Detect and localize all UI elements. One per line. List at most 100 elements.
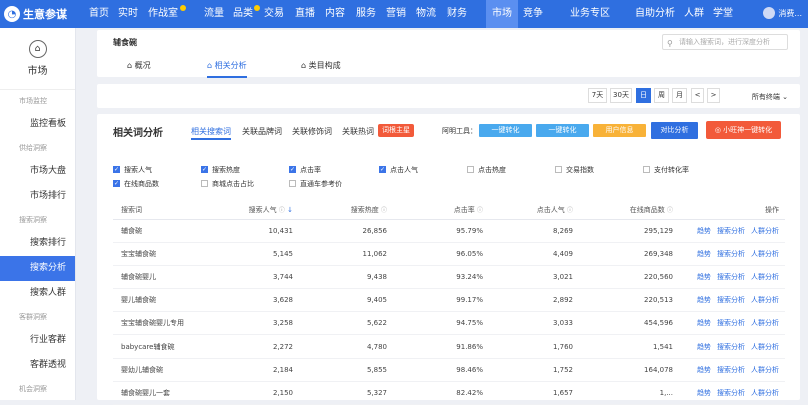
nav-category[interactable]: 品类 [233, 0, 253, 28]
search-analysis-link[interactable]: 搜索分析 [717, 273, 745, 281]
search-analysis-link[interactable]: 搜索分析 [717, 227, 745, 235]
app-logo[interactable]: ◔ 生意参谋 [0, 6, 84, 22]
sidebar-item-monitor-board[interactable]: 监控看板 [0, 112, 75, 137]
trend-link[interactable]: 趋势 [697, 296, 711, 304]
subtab-modifier-words[interactable]: 关联修饰词 [292, 126, 332, 140]
tab-overview[interactable]: ⌂ 概况 [127, 60, 151, 78]
sidebar-group-monitor: 市场监控 [19, 97, 47, 105]
col-search-heat[interactable]: 搜索热度 ⓘ [299, 202, 393, 220]
root-word-button[interactable]: 词根主星 [378, 124, 414, 137]
nav-finance[interactable]: 财务 [447, 0, 467, 28]
tab-related-analysis[interactable]: ⌂ 相关分析 [207, 60, 247, 78]
crowd-analysis-link[interactable]: 人群分析 [751, 366, 779, 374]
nav-crowd[interactable]: 人群 [684, 0, 704, 28]
date-7d-button[interactable]: 7天 [588, 88, 607, 103]
metric2-checkbox-0[interactable]: ✓ 在线商品数 [113, 178, 159, 189]
search-icon: ⚲ [667, 39, 673, 48]
nav-academy[interactable]: 学堂 [713, 0, 733, 28]
metric-checkbox-4[interactable]: 点击热度 [467, 164, 506, 175]
sidebar-item-customer-insight[interactable]: 客群透视 [0, 353, 75, 378]
col-search-popularity[interactable]: 搜索人气 ⓘ ↓ [213, 202, 299, 220]
date-month-button[interactable]: 月 [672, 88, 687, 103]
metric-checkbox-5[interactable]: 交易指数 [555, 164, 594, 175]
search-analysis-link[interactable]: 搜索分析 [717, 250, 745, 258]
crowd-analysis-link[interactable]: 人群分析 [751, 389, 779, 397]
sidebar-item-market-overview[interactable]: 市场大盘 [0, 159, 75, 184]
sidebar-item-market-ranking[interactable]: 市场排行 [0, 184, 75, 209]
nav-live[interactable]: 直播 [295, 0, 315, 28]
sidebar-item-industry-customers[interactable]: 行业客群 [0, 328, 75, 353]
one-click-convert-button-1[interactable]: 一键转化 [479, 124, 532, 137]
xiaowang-convert-button[interactable]: ◎ 小旺神一键转化 [706, 121, 781, 139]
sidebar-group-supply: 供给洞察 [19, 144, 47, 152]
sidebar-item-search-analysis[interactable]: 搜索分析 [0, 256, 75, 281]
nav-market[interactable]: 市场 [486, 0, 518, 28]
trend-link[interactable]: 趋势 [697, 389, 711, 397]
nav-competition[interactable]: 竞争 [523, 0, 543, 28]
date-next-button[interactable]: > [707, 88, 720, 103]
trend-link[interactable]: 趋势 [697, 343, 711, 351]
market-icon: ⌂ [28, 40, 47, 58]
col-click-popularity[interactable]: 点击人气 ⓘ [489, 202, 579, 220]
date-30d-button[interactable]: 30天 [610, 88, 632, 103]
date-day-button[interactable]: 日 [636, 88, 651, 103]
search-analysis-link[interactable]: 搜索分析 [717, 366, 745, 374]
metric2-checkbox-2[interactable]: 直通车参考价 [289, 178, 342, 189]
user-info-button[interactable]: 用户信息 [593, 124, 646, 137]
nav-transaction[interactable]: 交易 [264, 0, 284, 28]
nav-service[interactable]: 服务 [356, 0, 376, 28]
metric-checkbox-2[interactable]: ✓ 点击率 [289, 164, 321, 175]
checkbox-label: 商城点击占比 [212, 179, 254, 188]
metric-checkbox-1[interactable]: ✓ 搜索热度 [201, 164, 240, 175]
nav-self-analysis[interactable]: 自助分析 [635, 0, 675, 28]
crowd-analysis-link[interactable]: 人群分析 [751, 227, 779, 235]
metric-checkbox-6[interactable]: 支付转化率 [643, 164, 689, 175]
nav-logistics[interactable]: 物流 [416, 0, 436, 28]
subtab-related-search-words[interactable]: 相关搜索词 [191, 126, 231, 140]
terminal-select[interactable]: 所有终端 ⌄ [752, 92, 788, 102]
nav-marketing[interactable]: 营销 [386, 0, 406, 28]
date-week-button[interactable]: 周 [654, 88, 669, 103]
user-menu[interactable]: 消费... [763, 7, 802, 19]
xiaowang-icon: ◎ [714, 126, 724, 134]
trend-link[interactable]: 趋势 [697, 319, 711, 327]
cell-ctr: 99.17% [393, 288, 489, 313]
nav-content[interactable]: 内容 [325, 0, 345, 28]
trend-link[interactable]: 趋势 [697, 273, 711, 281]
sort-desc-icon[interactable]: ↓ [287, 206, 293, 214]
search-analysis-link[interactable]: 搜索分析 [717, 389, 745, 397]
sidebar-item-search-ranking[interactable]: 搜索排行 [0, 231, 75, 256]
nav-realtime[interactable]: 实时 [118, 0, 138, 28]
trend-link[interactable]: 趋势 [697, 250, 711, 258]
checkbox-icon [201, 180, 208, 187]
search-analysis-link[interactable]: 搜索分析 [717, 319, 745, 327]
nav-home[interactable]: 首页 [89, 0, 109, 28]
tab-category-composition[interactable]: ⌂ 类目构成 [301, 60, 341, 78]
table-row: 宝宝辅食碗婴儿专用 3,258 5,622 94.75% 3,033 454,596 趋势搜… [113, 311, 785, 336]
search-analysis-link[interactable]: 搜索分析 [717, 296, 745, 304]
crowd-analysis-link[interactable]: 人群分析 [751, 343, 779, 351]
col-online-items[interactable]: 在线商品数 ⓘ [579, 202, 679, 220]
nav-war-room[interactable]: 作战室 [148, 0, 178, 28]
metric-checkbox-0[interactable]: ✓ 搜索人气 [113, 164, 152, 175]
nav-business-zone[interactable]: 业务专区 [570, 0, 610, 28]
sidebar-item-search-crowd[interactable]: 搜索人群 [0, 281, 75, 306]
compare-analysis-button[interactable]: 对比分析 [651, 122, 698, 139]
subtab-hot-words[interactable]: 关联热词 [342, 126, 374, 140]
metric2-checkbox-1[interactable]: 商城点击占比 [201, 178, 254, 189]
trend-link[interactable]: 趋势 [697, 227, 711, 235]
cell-actions: 趋势 搜索分析 人群分析 [679, 219, 785, 243]
crowd-analysis-link[interactable]: 人群分析 [751, 319, 779, 327]
one-click-convert-button-2[interactable]: 一键转化 [536, 124, 589, 137]
metric-checkbox-3[interactable]: ✓ 点击人气 [379, 164, 418, 175]
nav-traffic[interactable]: 流量 [204, 0, 224, 28]
search-input[interactable]: ⚲ 请输入搜索词，进行深度分析 [662, 34, 788, 50]
subtab-brand-words[interactable]: 关联品牌词 [242, 126, 282, 140]
crowd-analysis-link[interactable]: 人群分析 [751, 296, 779, 304]
crowd-analysis-link[interactable]: 人群分析 [751, 273, 779, 281]
crowd-analysis-link[interactable]: 人群分析 [751, 250, 779, 258]
search-analysis-link[interactable]: 搜索分析 [717, 343, 745, 351]
trend-link[interactable]: 趋势 [697, 366, 711, 374]
col-ctr[interactable]: 点击率 ⓘ [393, 202, 489, 220]
date-prev-button[interactable]: < [691, 88, 704, 103]
